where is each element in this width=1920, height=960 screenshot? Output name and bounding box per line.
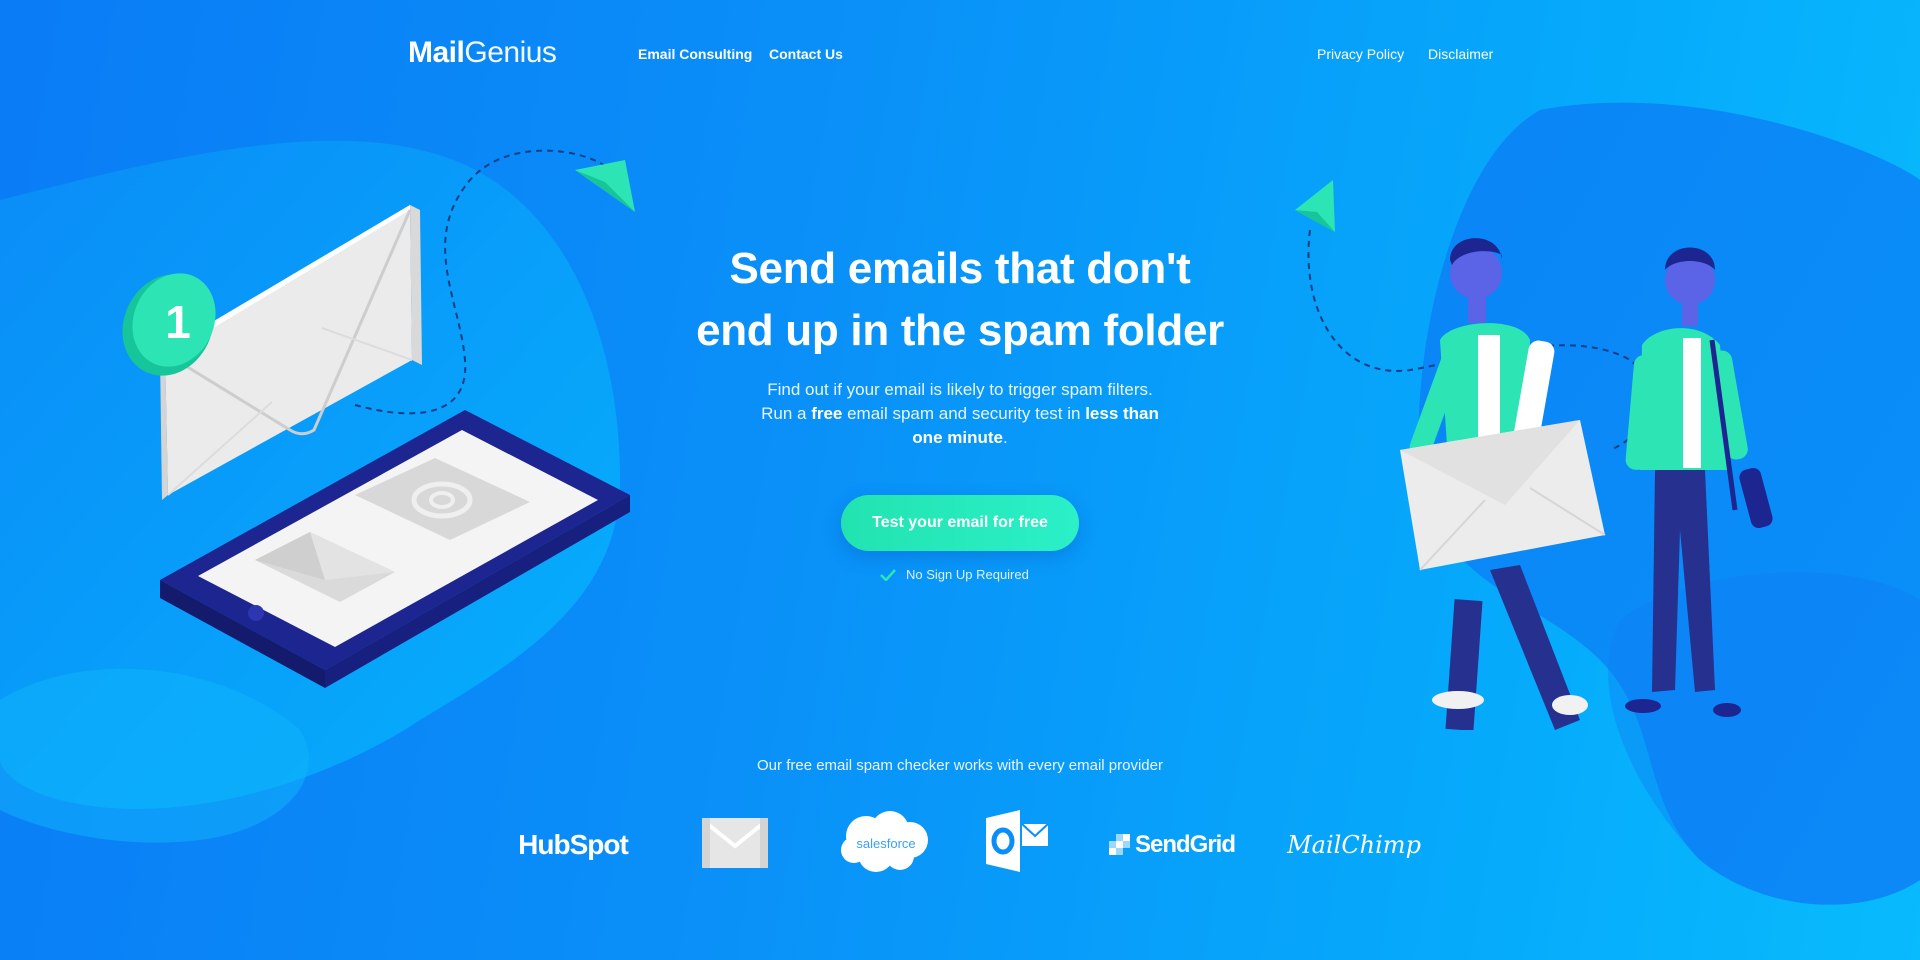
hero-sub-part3: . bbox=[1002, 428, 1008, 447]
nav-link-disclaimer[interactable]: Disclaimer bbox=[1428, 46, 1493, 62]
hubspot-logo-text: HubSpot bbox=[518, 829, 629, 860]
mailgenius-logo[interactable]: MailGenius bbox=[408, 36, 557, 70]
nav-link-email-consulting[interactable]: Email Consulting bbox=[638, 46, 752, 62]
left-illustration-envelope-phone: 1 bbox=[122, 149, 635, 688]
hero-title: Send emails that don't end up in the spa… bbox=[640, 238, 1280, 362]
test-email-button[interactable]: Test your email for free bbox=[841, 495, 1079, 551]
mailchimp-logo: MailChimp bbox=[1287, 827, 1421, 863]
paper-plane-icon bbox=[575, 160, 635, 212]
nav-link-privacy-policy[interactable]: Privacy Policy bbox=[1317, 46, 1404, 62]
hero-sub-part2: email spam and security test in bbox=[842, 404, 1086, 423]
hero-subtitle: Find out if your email is likely to trig… bbox=[750, 378, 1170, 450]
check-icon bbox=[880, 568, 896, 581]
logo-light: Genius bbox=[464, 36, 557, 69]
providers-caption: Our free email spam checker works with e… bbox=[757, 757, 1163, 774]
provider-logos: HubSpot salesforce SendGrid MailChimp bbox=[0, 810, 1920, 885]
hero-title-line1: Send emails that don't bbox=[729, 244, 1191, 293]
mailchimp-logo-text: MailChimp bbox=[1287, 831, 1421, 859]
paper-plane-icon bbox=[1295, 180, 1335, 232]
right-illustration-people bbox=[1295, 180, 1773, 730]
hubspot-logo: HubSpot bbox=[508, 825, 638, 865]
outlook-logo bbox=[986, 810, 1048, 872]
no-signup-text: No Sign Up Required bbox=[906, 567, 1029, 582]
salesforce-logo-text: salesforce bbox=[856, 835, 916, 851]
badge-number: 1 bbox=[165, 296, 191, 348]
sendgrid-logo: SendGrid bbox=[1104, 827, 1240, 863]
sendgrid-logo-text: SendGrid bbox=[1134, 831, 1236, 858]
no-signup-note: No Sign Up Required bbox=[880, 567, 1029, 582]
hero-title-line2: end up in the spam folder bbox=[696, 306, 1224, 355]
person-illustration-right bbox=[1625, 247, 1773, 717]
salesforce-logo: salesforce bbox=[838, 810, 934, 876]
nav-link-contact-us[interactable]: Contact Us bbox=[769, 46, 843, 62]
gmail-logo bbox=[700, 815, 770, 870]
top-navigation: MailGenius Email Consulting Contact Us P… bbox=[0, 0, 1920, 110]
hero-sub-bold1: free bbox=[811, 404, 843, 423]
logo-bold: Mail bbox=[408, 36, 465, 69]
